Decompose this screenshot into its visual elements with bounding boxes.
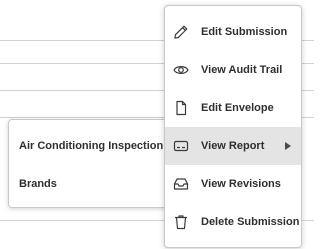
trash-icon: [173, 214, 189, 230]
menu-item-view-revisions[interactable]: View Revisions: [165, 165, 301, 203]
actions-menu: Edit Submission View Audit Trail Edit En…: [164, 5, 302, 248]
menu-item-label: View Revisions: [201, 178, 281, 190]
submenu-item-brands[interactable]: Brands: [19, 178, 57, 190]
view-report-submenu: Air Conditioning Inspection Brands: [8, 119, 168, 208]
menu-item-view-audit-trail[interactable]: View Audit Trail: [165, 51, 301, 89]
chevron-right-icon: [284, 142, 292, 150]
menu-item-edit-submission[interactable]: Edit Submission: [165, 13, 301, 51]
menu-item-label: View Audit Trail: [201, 64, 283, 76]
menu-item-view-report[interactable]: View Report: [165, 127, 301, 165]
menu-item-edit-envelope[interactable]: Edit Envelope: [165, 89, 301, 127]
menu-item-label: Delete Submission: [201, 216, 300, 228]
menu-item-label: Edit Envelope: [201, 102, 274, 114]
menu-item-label: View Report: [201, 140, 265, 152]
menu-item-label: Edit Submission: [201, 26, 288, 38]
menu-item-delete-submission[interactable]: Delete Submission: [165, 203, 301, 241]
eye-icon: [173, 62, 189, 78]
pencil-icon: [173, 24, 189, 40]
submenu-item-air-conditioning-inspection[interactable]: Air Conditioning Inspection: [19, 140, 163, 152]
inbox-icon: [173, 176, 189, 192]
document-icon: [173, 100, 189, 116]
report-icon: [173, 138, 189, 154]
